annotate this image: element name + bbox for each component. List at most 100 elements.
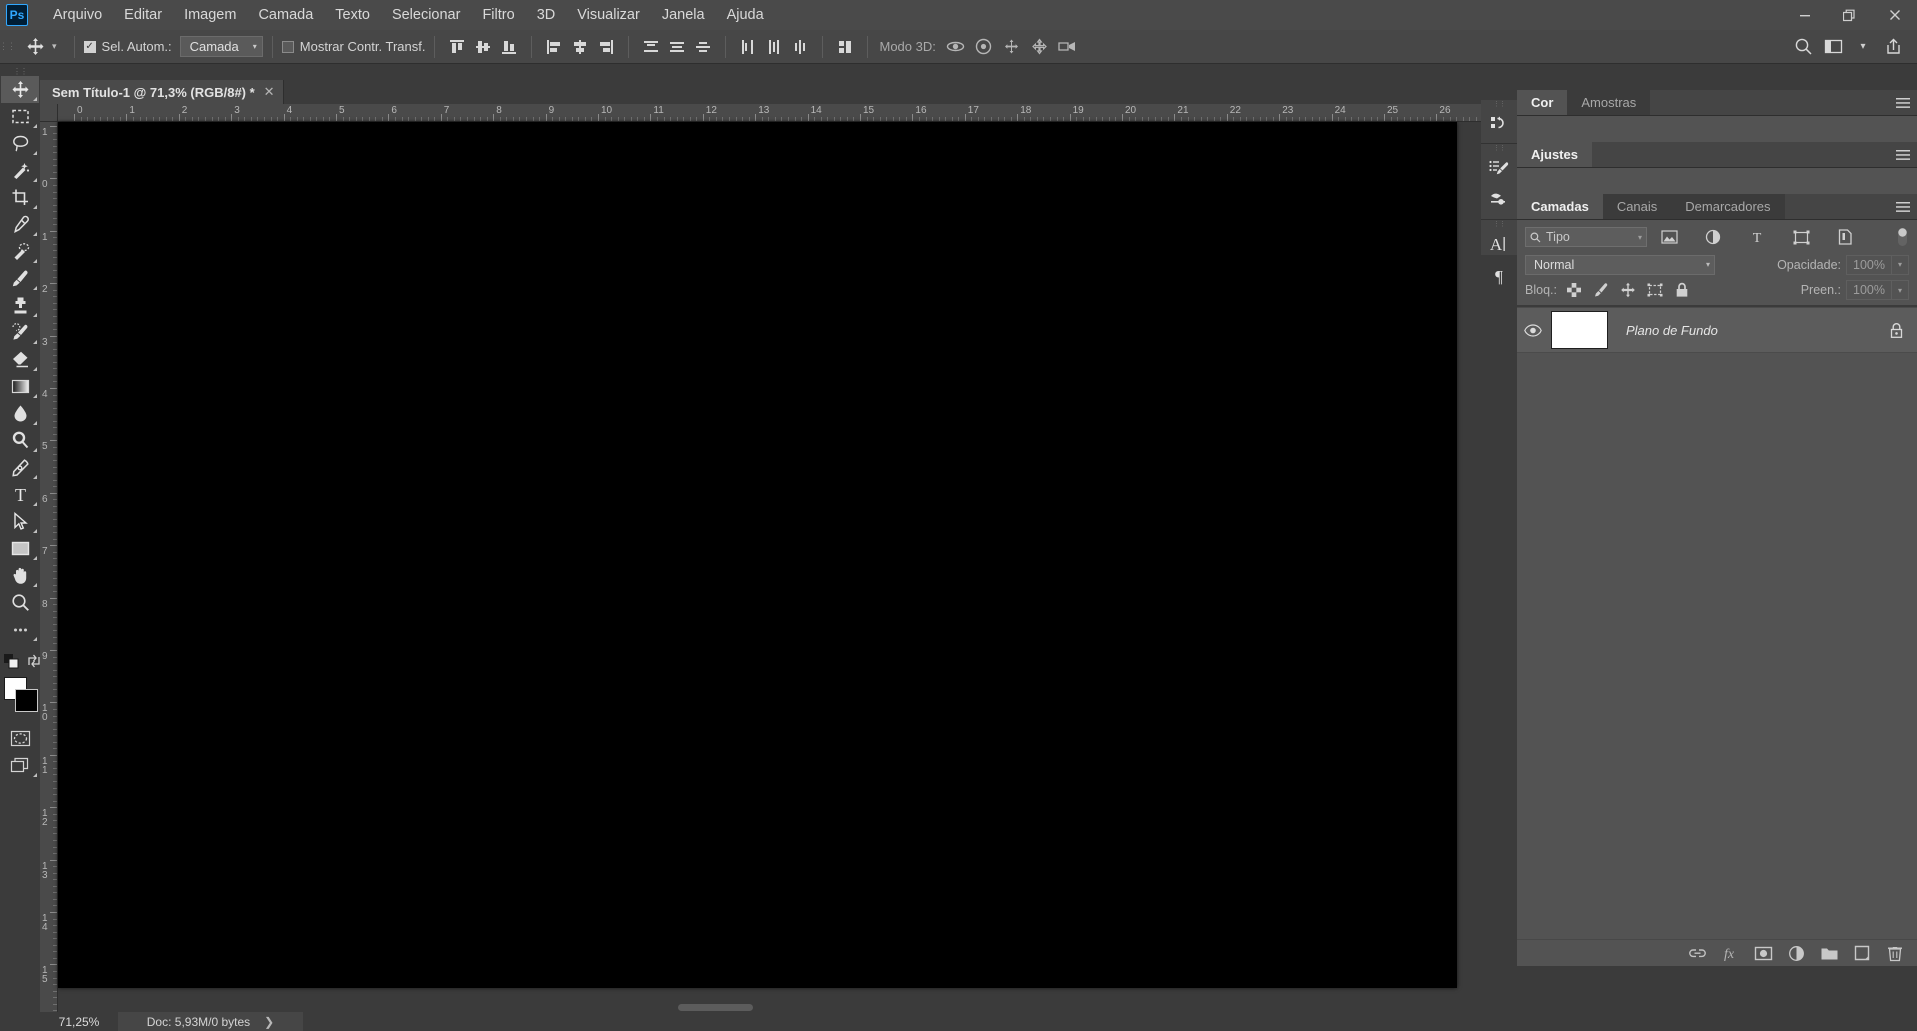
toolbar-grip[interactable]: ⋮⋮	[0, 67, 40, 76]
auto-select-checkbox[interactable]: ✓	[83, 40, 96, 53]
slide-3d-icon[interactable]	[1026, 35, 1054, 59]
menu-texto[interactable]: Texto	[324, 2, 381, 28]
align-bottom-edges-icon[interactable]	[496, 35, 522, 59]
menu-ajuda[interactable]: Ajuda	[716, 2, 775, 28]
gradient-tool[interactable]	[1, 373, 39, 400]
fill-slider-chevron-icon[interactable]: ▾	[1892, 280, 1909, 300]
brush-settings-icon[interactable]	[1481, 184, 1517, 216]
dodge-tool[interactable]	[1, 427, 39, 454]
character-icon[interactable]: A	[1481, 228, 1517, 260]
align-left-edges-icon[interactable]	[541, 35, 567, 59]
menu-filtro[interactable]: Filtro	[471, 2, 525, 28]
distribute-horizontal-centers-icon[interactable]	[761, 35, 787, 59]
horizontal-scrollbar-thumb[interactable]	[678, 1004, 753, 1011]
layer-style-fx-icon[interactable]: fx	[1716, 941, 1744, 966]
layer-filter-dropdown[interactable]: Tipo ▾	[1525, 227, 1647, 247]
zoom-tool[interactable]	[1, 589, 39, 616]
fill-value[interactable]: 100%	[1846, 280, 1892, 300]
tab-amostras[interactable]: Amostras	[1567, 90, 1651, 115]
layer-name[interactable]: Plano de Fundo	[1626, 323, 1718, 338]
filter-pixel-icon[interactable]	[1647, 226, 1691, 248]
tab-camadas[interactable]: Camadas	[1517, 194, 1603, 219]
pen-tool[interactable]	[1, 454, 39, 481]
move-tool-icon[interactable]	[20, 34, 50, 60]
blur-tool[interactable]	[1, 400, 39, 427]
tab-canais[interactable]: Canais	[1602, 194, 1672, 219]
distribute-bottom-edges-icon[interactable]	[690, 35, 716, 59]
lock-transparency-icon[interactable]	[1561, 279, 1588, 301]
brush-presets-icon[interactable]	[1481, 152, 1517, 184]
filter-shape-icon[interactable]	[1779, 226, 1823, 248]
dock-grip[interactable]: ⋮⋮	[1481, 100, 1517, 108]
path-selection-tool[interactable]	[1, 508, 39, 535]
opacity-slider-chevron-icon[interactable]: ▾	[1892, 254, 1909, 275]
type-tool[interactable]: T	[1, 481, 39, 508]
clone-stamp-tool[interactable]	[1, 292, 39, 319]
eye-icon[interactable]	[1517, 323, 1549, 337]
auto-select-dropdown[interactable]: Camada ▾	[179, 36, 263, 57]
lock-all-icon[interactable]	[1669, 279, 1696, 301]
tab-ajustes[interactable]: Ajustes	[1517, 142, 1592, 167]
filter-type-icon[interactable]: T	[1735, 226, 1779, 248]
edit-toolbar-tool[interactable]	[1, 616, 39, 643]
align-vertical-centers-icon[interactable]	[470, 35, 496, 59]
dock-grip[interactable]: ⋮⋮	[1481, 220, 1517, 228]
orbit-3d-icon[interactable]	[942, 35, 970, 59]
swap-colors-icon[interactable]	[27, 654, 41, 668]
close-icon[interactable]: ✕	[264, 84, 275, 100]
screen-mode-icon[interactable]	[1, 752, 39, 779]
new-adjustment-icon[interactable]	[1782, 941, 1810, 966]
background-color-swatch[interactable]	[15, 689, 38, 712]
menu-visualizar[interactable]: Visualizar	[566, 2, 651, 28]
show-transform-checkbox[interactable]	[281, 40, 294, 53]
chevron-down-icon[interactable]: ▾	[1849, 35, 1877, 59]
options-bar-grip[interactable]: ⋮⋮	[0, 30, 16, 64]
delete-layer-icon[interactable]	[1881, 941, 1909, 966]
opacity-value[interactable]: 100%	[1846, 254, 1892, 275]
dock-grip[interactable]: ⋮⋮	[1481, 144, 1517, 152]
menu-3d[interactable]: 3D	[526, 2, 567, 28]
document-info[interactable]: Doc: 5,93M/0 bytes ❯	[118, 1012, 303, 1031]
distribute-left-edges-icon[interactable]	[735, 35, 761, 59]
scale-3d-icon[interactable]	[1054, 35, 1082, 59]
horizontal-ruler[interactable]: 0 1 2 3 4 5 6 7 8 9 10 11 12 13 14 15 16 17 18 19 20 21 22 23 24…	[58, 104, 1517, 122]
menu-editar[interactable]: Editar	[113, 2, 173, 28]
quick-mask-icon[interactable]	[1, 725, 39, 752]
eraser-tool[interactable]	[1, 346, 39, 373]
maximize-button[interactable]	[1827, 0, 1872, 30]
zoom-level[interactable]: 71,25%	[40, 1015, 118, 1029]
tool-preset-chevron-icon[interactable]: ▾	[52, 41, 57, 52]
history-icon[interactable]	[1481, 108, 1517, 140]
blend-mode-dropdown[interactable]: Normal ▾	[1525, 254, 1715, 275]
pan-3d-icon[interactable]	[998, 35, 1026, 59]
align-options-icon[interactable]	[832, 35, 858, 59]
paragraph-icon[interactable]: ¶	[1481, 260, 1517, 292]
lasso-tool[interactable]	[1, 130, 39, 157]
magic-wand-tool[interactable]	[1, 157, 39, 184]
vertical-ruler[interactable]: 1 0 1 2 3 4 5 6 7 8 9 10 11 12 13 14 15	[40, 122, 58, 1012]
show-transform-checkbox-group[interactable]: Mostrar Contr. Transf.	[281, 39, 425, 54]
tab-cor[interactable]: Cor	[1517, 90, 1568, 115]
canvas-viewport[interactable]	[58, 122, 1517, 1012]
lock-artboard-icon[interactable]	[1642, 279, 1669, 301]
hand-tool[interactable]	[1, 562, 39, 589]
rectangle-tool[interactable]	[1, 535, 39, 562]
panel-menu-icon[interactable]	[1889, 90, 1917, 115]
distribute-top-edges-icon[interactable]	[638, 35, 664, 59]
status-expand-icon[interactable]: ❯	[264, 1015, 274, 1029]
ruler-corner[interactable]	[40, 104, 58, 122]
brush-tool[interactable]	[1, 265, 39, 292]
distribute-right-edges-icon[interactable]	[787, 35, 813, 59]
canvas[interactable]	[58, 122, 1457, 988]
menu-imagem[interactable]: Imagem	[173, 2, 247, 28]
crop-tool[interactable]	[1, 184, 39, 211]
new-layer-icon[interactable]	[1848, 941, 1876, 966]
history-brush-tool[interactable]	[1, 319, 39, 346]
default-colors-icon[interactable]	[4, 653, 19, 669]
menu-selecionar[interactable]: Selecionar	[381, 2, 472, 28]
new-group-icon[interactable]	[1815, 941, 1843, 966]
filter-smart-icon[interactable]	[1823, 226, 1867, 248]
add-mask-icon[interactable]	[1749, 941, 1777, 966]
distribute-vertical-centers-icon[interactable]	[664, 35, 690, 59]
menu-janela[interactable]: Janela	[651, 2, 716, 28]
